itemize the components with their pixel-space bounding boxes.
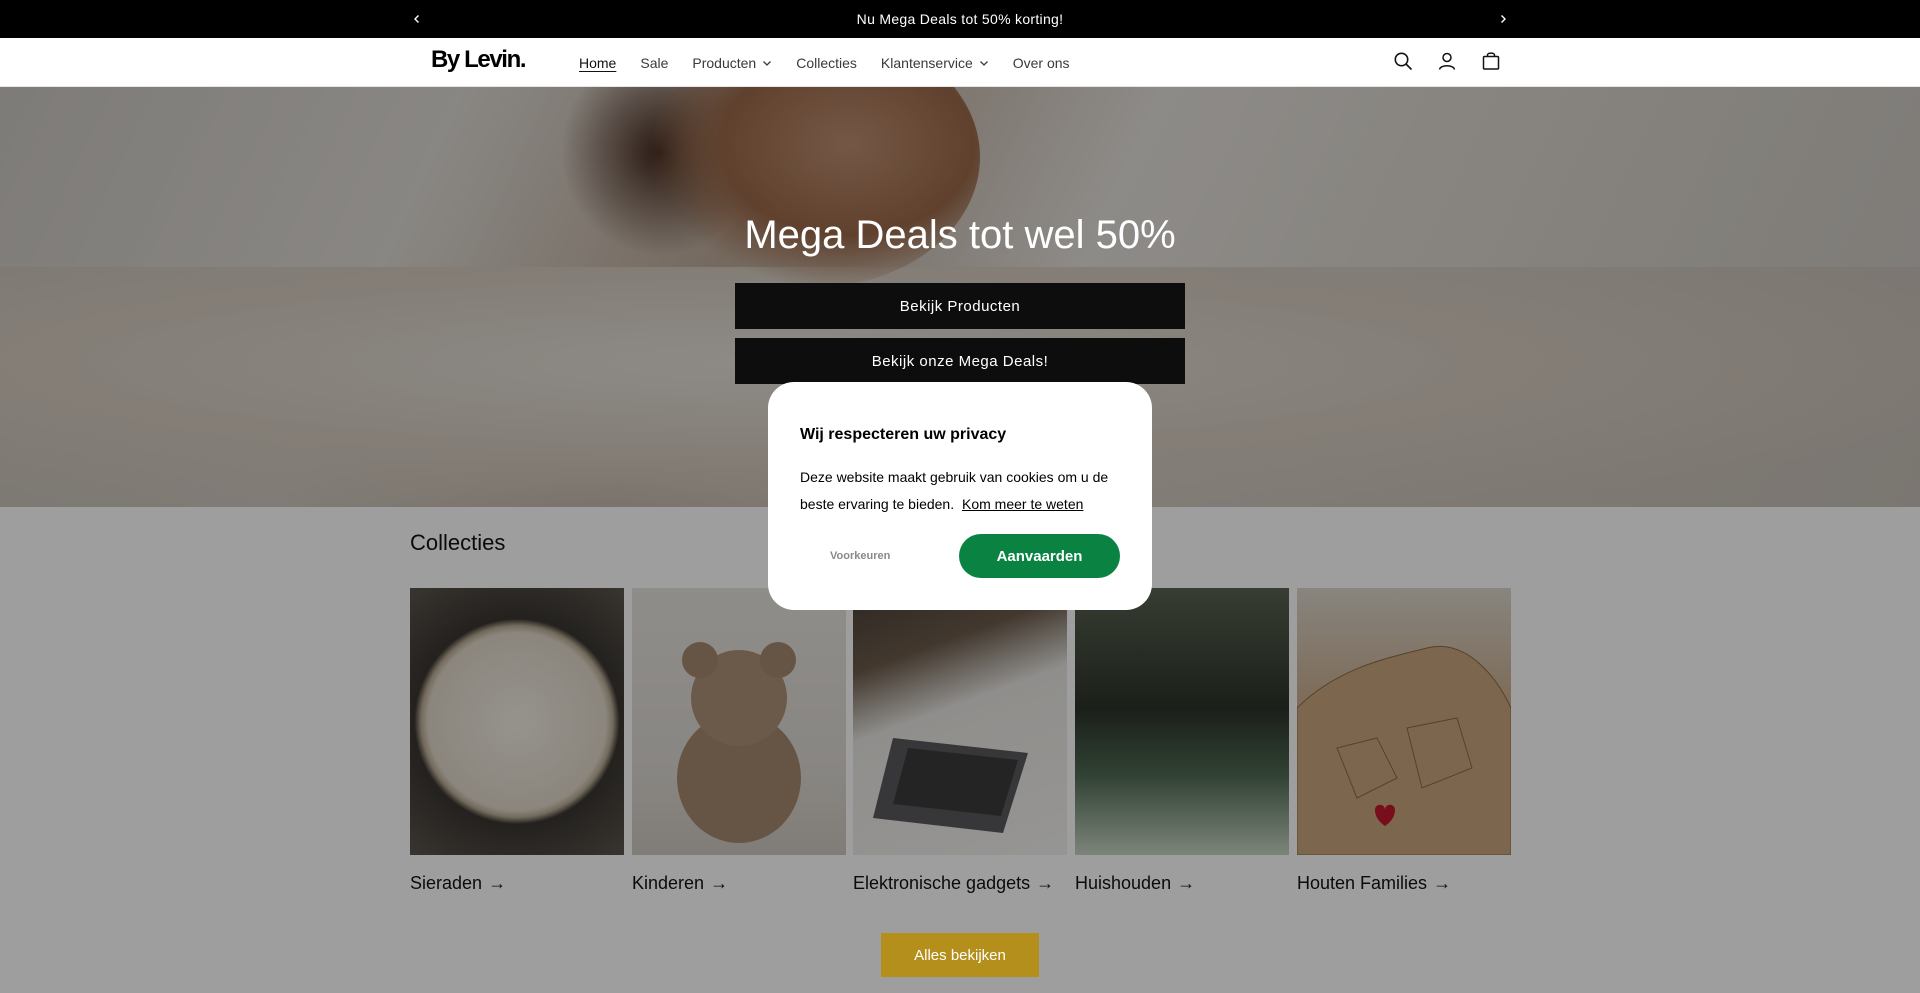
nav-item-over-ons[interactable]: Over ons: [1001, 55, 1082, 71]
nav-label: Over ons: [1012, 54, 1070, 71]
nav-item-collecties[interactable]: Collecties: [784, 55, 869, 71]
main-nav: Home Sale Producten Collecties Klantense…: [579, 38, 1082, 87]
site-logo[interactable]: By Levin.: [431, 46, 527, 74]
nav-label: Collecties: [796, 54, 857, 71]
nav-item-klantenservice[interactable]: Klantenservice: [869, 55, 1001, 71]
cookie-modal-text: Deze website maakt gebruik van cookies o…: [800, 464, 1120, 518]
nav-label: Klantenservice: [880, 54, 973, 71]
learn-more-link[interactable]: Kom meer te weten: [962, 496, 1083, 512]
nav-label: Home: [579, 54, 617, 71]
announcement-prev-arrow[interactable]: [407, 9, 427, 29]
accept-cookies-button[interactable]: Aanvaarden: [959, 534, 1120, 578]
account-icon[interactable]: [1434, 48, 1460, 74]
announcement-next-arrow[interactable]: [1493, 9, 1513, 29]
site-header: By Levin. Home Sale Producten Collecties…: [0, 38, 1920, 87]
hero-title: Mega Deals tot wel 50%: [744, 213, 1176, 257]
cookie-modal-title: Wij respecteren uw privacy: [800, 426, 1007, 443]
chevron-down-icon: [763, 60, 772, 66]
preferences-button[interactable]: Voorkeuren: [830, 550, 890, 562]
announcement-bar: Nu Mega Deals tot 50% korting!: [0, 0, 1920, 38]
nav-label: Producten: [692, 54, 757, 71]
announcement-text: Nu Mega Deals tot 50% korting!: [856, 11, 1064, 27]
chevron-down-icon: [979, 60, 988, 66]
nav-item-producten[interactable]: Producten: [680, 55, 784, 71]
cookie-modal-actions: Voorkeuren Aanvaarden: [800, 534, 1120, 580]
cart-icon[interactable]: [1478, 48, 1504, 74]
nav-item-home[interactable]: Home: [579, 55, 628, 71]
search-icon[interactable]: [1390, 48, 1416, 74]
view-all-button[interactable]: Alles bekijken: [881, 933, 1039, 977]
header-icons: [1390, 48, 1504, 74]
cookie-consent-modal: Wij respecteren uw privacy Deze website …: [768, 382, 1152, 610]
nav-item-sale[interactable]: Sale: [628, 55, 680, 71]
view-mega-deals-button[interactable]: Bekijk onze Mega Deals!: [735, 338, 1185, 384]
nav-label: Sale: [640, 54, 669, 71]
view-products-button[interactable]: Bekijk Producten: [735, 283, 1185, 329]
